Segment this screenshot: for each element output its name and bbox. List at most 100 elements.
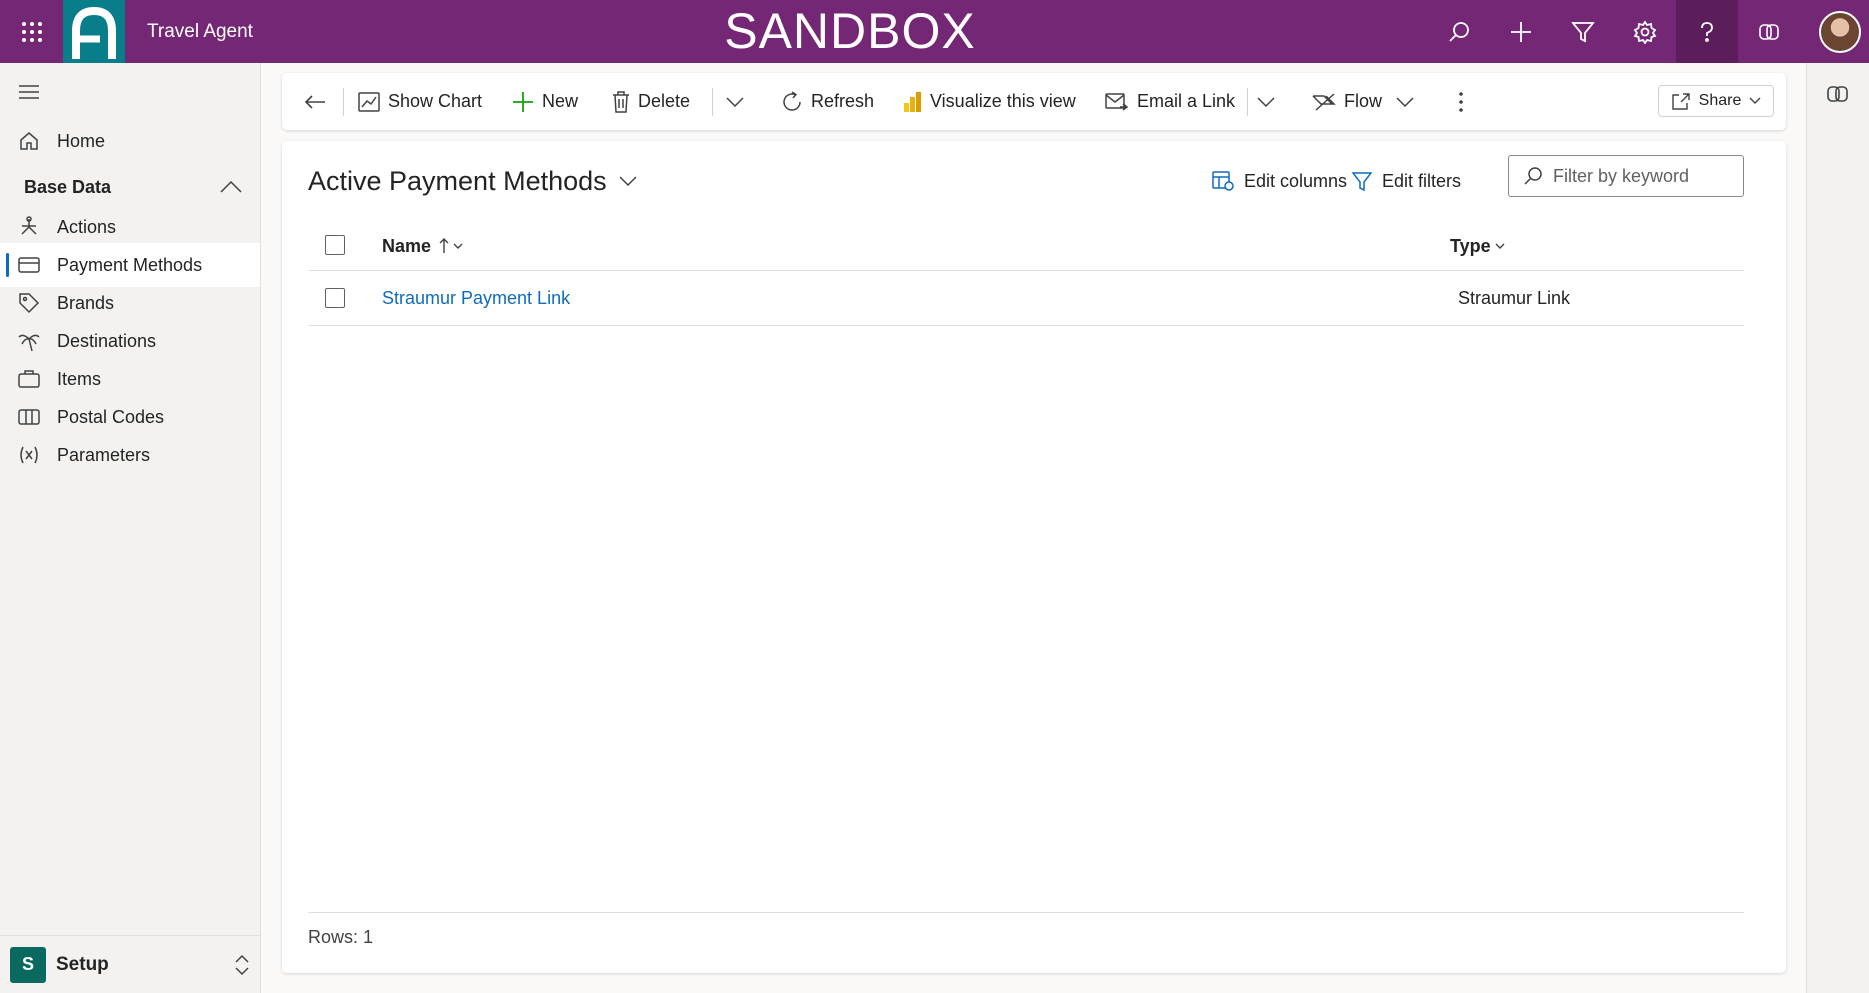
chevron-up-down-icon bbox=[235, 954, 249, 975]
column-header-name[interactable]: Name bbox=[382, 221, 463, 271]
copilot-icon bbox=[1759, 23, 1779, 40]
show-chart-button[interactable]: Show Chart bbox=[358, 73, 482, 130]
separator bbox=[712, 88, 713, 116]
area-label: Setup bbox=[56, 953, 109, 975]
help-button[interactable] bbox=[1676, 0, 1738, 63]
column-label: Name bbox=[382, 235, 432, 256]
more-vertical-icon bbox=[1459, 91, 1463, 112]
copilot-icon bbox=[1827, 86, 1848, 102]
group-base-data[interactable]: Base Data bbox=[0, 165, 260, 209]
visualize-view-button[interactable]: Visualize this view bbox=[902, 73, 1076, 130]
email-more-button[interactable] bbox=[1257, 73, 1283, 130]
sidebar-item-label: Payment Methods bbox=[57, 254, 203, 275]
flow-label: Flow bbox=[1344, 91, 1383, 111]
area-switcher[interactable]: S Setup bbox=[0, 935, 260, 993]
email-link-button[interactable]: Email a Link bbox=[1105, 73, 1235, 130]
refresh-button[interactable]: Refresh bbox=[781, 73, 874, 130]
add-icon bbox=[1511, 21, 1531, 42]
select-all-checkbox[interactable] bbox=[325, 235, 345, 255]
grid-header: Name Type bbox=[308, 221, 1744, 271]
chevron-down-icon bbox=[1257, 96, 1275, 107]
sidebar-item-home[interactable]: Home bbox=[0, 119, 260, 163]
chevron-down-icon bbox=[726, 96, 744, 107]
sort-ascending-icon bbox=[439, 238, 449, 253]
delete-label: Delete bbox=[638, 91, 691, 111]
hamburger-icon bbox=[19, 85, 39, 99]
back-arrow-icon bbox=[304, 94, 325, 109]
palm-tree-icon bbox=[17, 329, 41, 353]
environment-title: SANDBOX bbox=[724, 3, 976, 59]
email-link-icon bbox=[1105, 92, 1129, 111]
sidebar-item-parameters[interactable]: Parameters bbox=[0, 433, 260, 477]
chevron-down-icon bbox=[1396, 96, 1414, 107]
rows-count: Rows: 1 bbox=[308, 927, 374, 947]
chevron-down-icon bbox=[619, 176, 637, 186]
search-icon bbox=[1524, 167, 1542, 185]
sidebar-item-label: Postal Codes bbox=[57, 406, 165, 427]
chevron-down-icon bbox=[1495, 243, 1505, 249]
delete-more-button[interactable] bbox=[726, 73, 752, 130]
edit-filters-button[interactable]: Edit filters bbox=[1352, 163, 1461, 199]
more-commands-button[interactable] bbox=[1458, 73, 1472, 130]
edit-columns-icon bbox=[1212, 171, 1234, 191]
share-label: Share bbox=[1698, 92, 1742, 109]
chevron-up-icon bbox=[220, 181, 242, 193]
filter-icon bbox=[1352, 172, 1372, 191]
chevron-down-icon bbox=[1749, 97, 1761, 104]
back-button[interactable] bbox=[304, 73, 334, 130]
share-button[interactable]: Share bbox=[1658, 85, 1774, 117]
separator bbox=[1247, 88, 1248, 116]
power-bi-icon bbox=[904, 91, 921, 112]
copilot-pane-button[interactable] bbox=[1826, 83, 1850, 110]
sidebar-item-label: Actions bbox=[57, 216, 117, 237]
column-header-type[interactable]: Type bbox=[1450, 221, 1505, 271]
help-icon bbox=[1701, 21, 1713, 42]
email-link-label: Email a Link bbox=[1137, 91, 1236, 111]
sidebar-item-label: Parameters bbox=[57, 444, 151, 465]
delete-button[interactable]: Delete bbox=[612, 73, 690, 130]
waffle-icon bbox=[21, 21, 42, 42]
edit-columns-button[interactable]: Edit columns bbox=[1212, 163, 1347, 199]
variable-icon bbox=[17, 443, 41, 467]
sidebar-item-label: Destinations bbox=[57, 330, 157, 351]
right-rail bbox=[1806, 63, 1869, 993]
collapse-nav-button[interactable] bbox=[16, 79, 42, 105]
search-button[interactable] bbox=[1428, 0, 1490, 63]
chart-icon bbox=[358, 91, 380, 112]
chevron-down-icon bbox=[453, 243, 463, 249]
record-type: Straumur Link bbox=[1458, 288, 1571, 308]
grid-card: Active Payment Methods Edit columns Edit… bbox=[282, 141, 1786, 973]
filter-by-keyword-input[interactable]: Filter by keyword bbox=[1508, 155, 1744, 197]
area-badge: S bbox=[10, 946, 46, 983]
sidebar-item-label: Items bbox=[57, 368, 102, 389]
column-label: Type bbox=[1450, 235, 1491, 256]
copilot-button[interactable] bbox=[1738, 0, 1800, 63]
trash-icon bbox=[613, 90, 629, 113]
app-logo[interactable] bbox=[63, 0, 125, 63]
new-label: New bbox=[542, 91, 579, 111]
show-chart-label: Show Chart bbox=[388, 91, 483, 111]
flow-button[interactable]: Flow bbox=[1312, 73, 1422, 130]
edit-filters-label: Edit filters bbox=[1382, 170, 1462, 191]
filter-icon bbox=[1571, 21, 1595, 42]
share-icon bbox=[1671, 93, 1690, 110]
card-icon bbox=[17, 253, 41, 277]
refresh-icon bbox=[783, 90, 801, 111]
new-button[interactable]: New bbox=[512, 73, 578, 130]
app-launcher-button[interactable] bbox=[0, 0, 63, 63]
app-title[interactable]: Travel Agent bbox=[147, 0, 253, 63]
view-title: Active Payment Methods bbox=[308, 165, 607, 196]
settings-button[interactable] bbox=[1614, 0, 1676, 63]
record-name-link[interactable]: Straumur Payment Link bbox=[382, 271, 570, 326]
view-selector[interactable]: Active Payment Methods bbox=[308, 163, 637, 199]
search-icon bbox=[1449, 21, 1469, 42]
row-checkbox[interactable] bbox=[325, 288, 345, 308]
table-row[interactable]: Straumur Payment Link Straumur Link bbox=[308, 271, 1744, 326]
advanced-filter-button[interactable] bbox=[1552, 0, 1614, 63]
group-label: Base Data bbox=[24, 176, 112, 197]
sidebar-item-label: Home bbox=[57, 130, 106, 151]
user-avatar[interactable] bbox=[1819, 11, 1861, 53]
add-icon bbox=[513, 91, 533, 112]
new-record-button[interactable] bbox=[1490, 0, 1552, 63]
app-logo-icon bbox=[72, 6, 116, 59]
